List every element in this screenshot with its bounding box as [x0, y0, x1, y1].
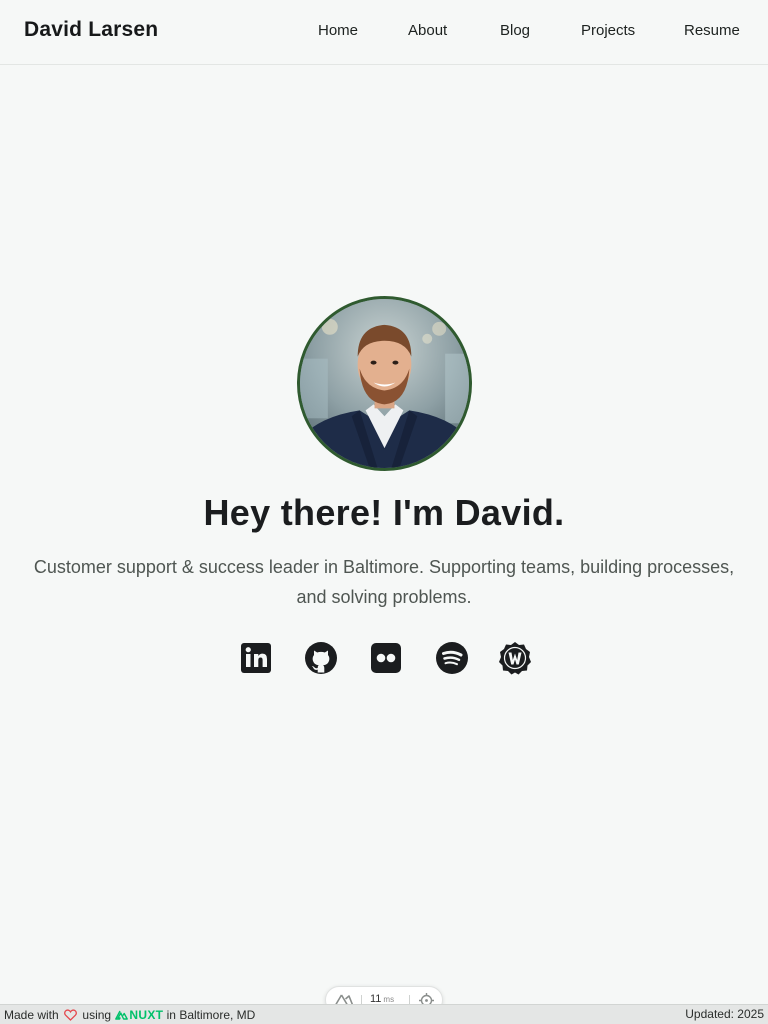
nav-item-about: About — [408, 22, 447, 40]
github-icon — [305, 642, 337, 674]
linkedin-link[interactable] — [239, 641, 273, 675]
nav-item-projects: Projects — [581, 22, 635, 40]
social-links — [0, 641, 768, 675]
hero-tagline: Customer support & success leader in Bal… — [33, 557, 735, 607]
portrait-illustration — [300, 299, 469, 468]
linkedin-icon — [241, 643, 271, 673]
nav-link-projects[interactable]: Projects — [581, 22, 635, 39]
using-text: using — [82, 1007, 112, 1022]
flickr-icon — [371, 643, 401, 673]
made-with-text: Made with — [4, 1007, 59, 1022]
nav-link-about[interactable]: About — [408, 22, 447, 39]
nav-item-blog: Blog — [500, 22, 530, 40]
github-link[interactable] — [304, 641, 338, 675]
heart-icon — [64, 1009, 78, 1021]
profile-photo — [297, 296, 472, 471]
nav-item-resume: Resume — [684, 22, 740, 40]
site-footer: Made with using NUXT in Baltimore, MD Up… — [0, 1004, 768, 1024]
hero-headline: Hey there! I'm David. — [203, 492, 565, 533]
nuxt-logo-icon — [115, 1010, 129, 1020]
spotify-icon — [436, 642, 468, 674]
footer-credits: Made with using NUXT in Baltimore, MD — [4, 1007, 255, 1022]
nuxt-wordmark: NUXT — [129, 1007, 164, 1022]
location-text: in Baltimore, MD — [166, 1007, 256, 1022]
updated-text: Updated: 2025 — [685, 1007, 764, 1021]
nav-link-resume[interactable]: Resume — [684, 22, 740, 39]
brand-link[interactable]: David Larsen — [24, 18, 158, 42]
nav-link-blog[interactable]: Blog — [500, 22, 530, 39]
nav-link-home[interactable]: Home — [318, 22, 358, 39]
w-badge-icon — [499, 642, 531, 675]
render-time-unit: ms — [383, 995, 395, 1004]
w-badge-link[interactable] — [498, 641, 532, 675]
flickr-link[interactable] — [369, 641, 403, 675]
spotify-link[interactable] — [435, 641, 469, 675]
site-header: David Larsen Home About Blog Projects Re… — [0, 0, 768, 65]
nav-item-home: Home — [318, 22, 358, 40]
nuxt-link[interactable]: NUXT — [114, 1007, 164, 1022]
